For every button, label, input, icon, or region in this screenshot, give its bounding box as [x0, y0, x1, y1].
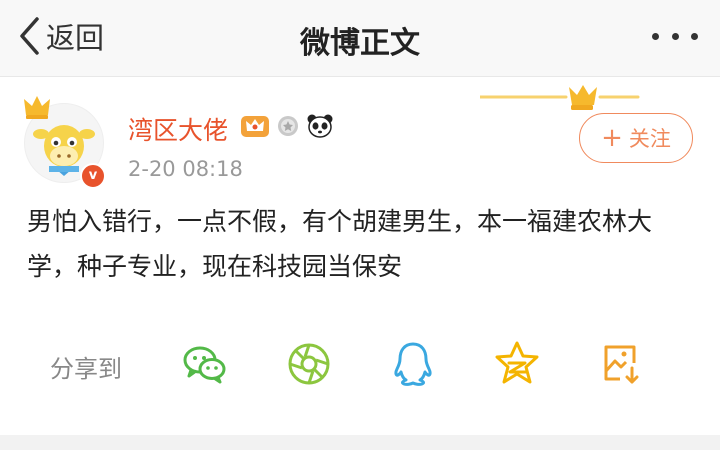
- follow-button[interactable]: + 关注: [579, 113, 693, 163]
- section-divider: [0, 435, 720, 450]
- avatar[interactable]: v: [24, 95, 106, 189]
- share-bar: 分享到: [0, 339, 720, 399]
- page-title: 微博正文: [300, 26, 420, 61]
- wechat-icon[interactable]: [180, 339, 230, 389]
- silver-medal-badge-icon[interactable]: [276, 113, 300, 139]
- more-dot-icon: [652, 32, 659, 40]
- post-timestamp: 2-20 08:18: [128, 157, 243, 181]
- moments-icon[interactable]: [284, 339, 334, 389]
- more-dot-icon: [671, 32, 679, 40]
- user-badges: [240, 113, 334, 139]
- more-options-button[interactable]: [652, 26, 698, 46]
- nav-bar: 返回 微博正文: [0, 0, 720, 77]
- save-image-icon[interactable]: [596, 339, 646, 389]
- panda-badge-icon[interactable]: [306, 113, 334, 139]
- username[interactable]: 湾区大佬: [128, 111, 228, 147]
- crown-icon: [24, 96, 50, 119]
- follow-label: 关注: [628, 127, 671, 151]
- qq-icon[interactable]: [388, 339, 438, 389]
- plus-icon: +: [601, 123, 623, 153]
- more-dot-icon: [691, 32, 698, 40]
- qzone-icon[interactable]: [492, 339, 542, 389]
- vip-crown-badge-icon[interactable]: [240, 113, 270, 139]
- post-card: v 湾区大佬 2-20 08:18 + 关注 男怕入错行，一点不假，有个胡建男生…: [0, 77, 720, 435]
- post-body-text: 男怕入错行，一点不假，有个胡建男生，本一福建农林大学，种子专业，现在科技园当保安: [27, 207, 653, 281]
- share-label: 分享到: [50, 355, 122, 383]
- verified-badge: v: [80, 163, 106, 189]
